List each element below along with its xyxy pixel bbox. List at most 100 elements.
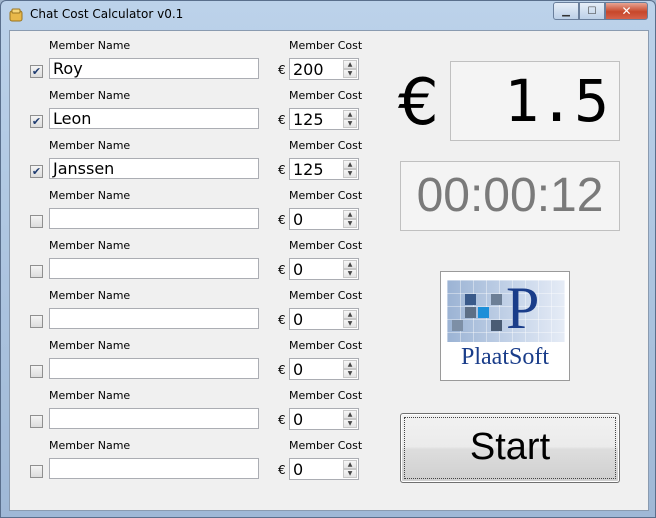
- member-name-label: Member Name: [49, 289, 131, 302]
- member-name-input[interactable]: [49, 258, 259, 279]
- stepper-up-icon[interactable]: ▲: [343, 260, 357, 269]
- stepper-down-icon[interactable]: ▼: [343, 419, 357, 428]
- caption-buttons: ▁ ☐ ✕: [553, 2, 648, 21]
- stepper-down-icon[interactable]: ▼: [343, 319, 357, 328]
- stepper-up-icon[interactable]: ▲: [343, 160, 357, 169]
- logo-letter: P: [506, 275, 540, 341]
- stepper-down-icon[interactable]: ▼: [343, 69, 357, 78]
- member-name-input[interactable]: [49, 408, 259, 429]
- member-checkbox[interactable]: [30, 315, 43, 328]
- cost-display: 1.5: [450, 61, 620, 141]
- app-window: Chat Cost Calculator v0.1 ▁ ☐ ✕ Member N…: [0, 0, 656, 518]
- member-row: Member Name Member Cost €0 ▲ ▼: [10, 289, 370, 339]
- stepper-up-icon[interactable]: ▲: [343, 210, 357, 219]
- member-row: Member Name Member Cost ✔ Leon €125 ▲ ▼: [10, 89, 370, 139]
- member-cost-label: Member Cost: [289, 289, 363, 302]
- member-row: Member Name Member Cost ✔ Roy €200 ▲ ▼: [10, 39, 370, 89]
- member-cost-value: 200: [293, 60, 324, 79]
- member-checkbox[interactable]: [30, 365, 43, 378]
- stepper-up-icon[interactable]: ▲: [343, 110, 357, 119]
- member-cost-value: 0: [293, 460, 304, 479]
- stepper-arrows: ▲ ▼: [343, 310, 357, 328]
- member-checkbox[interactable]: [30, 415, 43, 428]
- member-cost-stepper[interactable]: 125 ▲ ▼: [289, 108, 359, 130]
- member-row: Member Name Member Cost €0 ▲ ▼: [10, 189, 370, 239]
- member-name-label: Member Name: [49, 439, 131, 452]
- logo-square: [491, 294, 502, 305]
- member-checkbox[interactable]: [30, 265, 43, 278]
- euro-symbol: €: [278, 213, 286, 227]
- member-cost-stepper[interactable]: 0 ▲ ▼: [289, 308, 359, 330]
- member-cost-value: 125: [293, 110, 324, 129]
- member-name-label: Member Name: [49, 89, 131, 102]
- member-cost-value: 125: [293, 160, 324, 179]
- stepper-arrows: ▲ ▼: [343, 210, 357, 228]
- member-cost-label: Member Cost: [289, 139, 363, 152]
- member-checkbox[interactable]: ✔: [30, 65, 43, 78]
- member-name-input[interactable]: Janssen: [49, 158, 259, 179]
- euro-symbol: €: [278, 113, 286, 127]
- member-cost-stepper[interactable]: 0 ▲ ▼: [289, 358, 359, 380]
- member-cost-value: 0: [293, 210, 304, 229]
- euro-symbol: €: [278, 313, 286, 327]
- stepper-down-icon[interactable]: ▼: [343, 469, 357, 478]
- logo-text: PlaatSoft: [461, 344, 549, 370]
- member-cost-label: Member Cost: [289, 339, 363, 352]
- member-name-label: Member Name: [49, 239, 131, 252]
- member-name-label: Member Name: [49, 389, 131, 402]
- client-area: Member Name Member Cost ✔ Roy €200 ▲ ▼ Member N…: [9, 30, 649, 511]
- logo-square: [478, 307, 489, 318]
- member-cost-value: 0: [293, 260, 304, 279]
- start-button[interactable]: Start: [400, 413, 620, 483]
- euro-symbol: €: [278, 63, 286, 77]
- member-cost-stepper[interactable]: 200 ▲ ▼: [289, 58, 359, 80]
- stepper-arrows: ▲ ▼: [343, 110, 357, 128]
- euro-symbol: €: [278, 263, 286, 277]
- member-cost-stepper[interactable]: 0 ▲ ▼: [289, 458, 359, 480]
- member-name-input[interactable]: [49, 458, 259, 479]
- member-cost-label: Member Cost: [289, 189, 363, 202]
- stepper-arrows: ▲ ▼: [343, 60, 357, 78]
- member-checkbox[interactable]: [30, 465, 43, 478]
- minimize-button[interactable]: ▁: [553, 2, 579, 20]
- timer-display: 00:00:12: [400, 161, 620, 231]
- maximize-button[interactable]: ☐: [579, 2, 605, 20]
- member-name-input[interactable]: [49, 208, 259, 229]
- close-button[interactable]: ✕: [605, 2, 648, 20]
- logo-square: [465, 294, 476, 305]
- member-checkbox[interactable]: [30, 215, 43, 228]
- stepper-up-icon[interactable]: ▲: [343, 460, 357, 469]
- stepper-up-icon[interactable]: ▲: [343, 410, 357, 419]
- member-cost-label: Member Cost: [289, 389, 363, 402]
- logo-square: [491, 320, 502, 331]
- member-checkbox[interactable]: ✔: [30, 165, 43, 178]
- stepper-down-icon[interactable]: ▼: [343, 169, 357, 178]
- stepper-down-icon[interactable]: ▼: [343, 119, 357, 128]
- member-cost-stepper[interactable]: 0 ▲ ▼: [289, 208, 359, 230]
- window-title: Chat Cost Calculator v0.1: [30, 7, 184, 21]
- stepper-down-icon[interactable]: ▼: [343, 219, 357, 228]
- member-row: Member Name Member Cost €0 ▲ ▼: [10, 339, 370, 389]
- stepper-arrows: ▲ ▼: [343, 410, 357, 428]
- euro-symbol: €: [278, 413, 286, 427]
- member-cost-value: 0: [293, 360, 304, 379]
- member-name-input[interactable]: [49, 308, 259, 329]
- member-name-input[interactable]: Roy: [49, 58, 259, 79]
- logo-square: [465, 307, 476, 318]
- member-cost-label: Member Cost: [289, 239, 363, 252]
- member-cost-stepper[interactable]: 0 ▲ ▼: [289, 408, 359, 430]
- title-bar[interactable]: Chat Cost Calculator v0.1 ▁ ☐ ✕: [1, 1, 655, 29]
- stepper-up-icon[interactable]: ▲: [343, 360, 357, 369]
- stepper-down-icon[interactable]: ▼: [343, 369, 357, 378]
- stepper-up-icon[interactable]: ▲: [343, 60, 357, 69]
- member-cost-stepper[interactable]: 0 ▲ ▼: [289, 258, 359, 280]
- member-checkbox[interactable]: ✔: [30, 115, 43, 128]
- logo-square: [452, 320, 463, 331]
- member-cost-label: Member Cost: [289, 439, 363, 452]
- member-name-input[interactable]: [49, 358, 259, 379]
- stepper-down-icon[interactable]: ▼: [343, 269, 357, 278]
- stepper-arrows: ▲ ▼: [343, 260, 357, 278]
- member-name-input[interactable]: Leon: [49, 108, 259, 129]
- stepper-up-icon[interactable]: ▲: [343, 310, 357, 319]
- member-cost-stepper[interactable]: 125 ▲ ▼: [289, 158, 359, 180]
